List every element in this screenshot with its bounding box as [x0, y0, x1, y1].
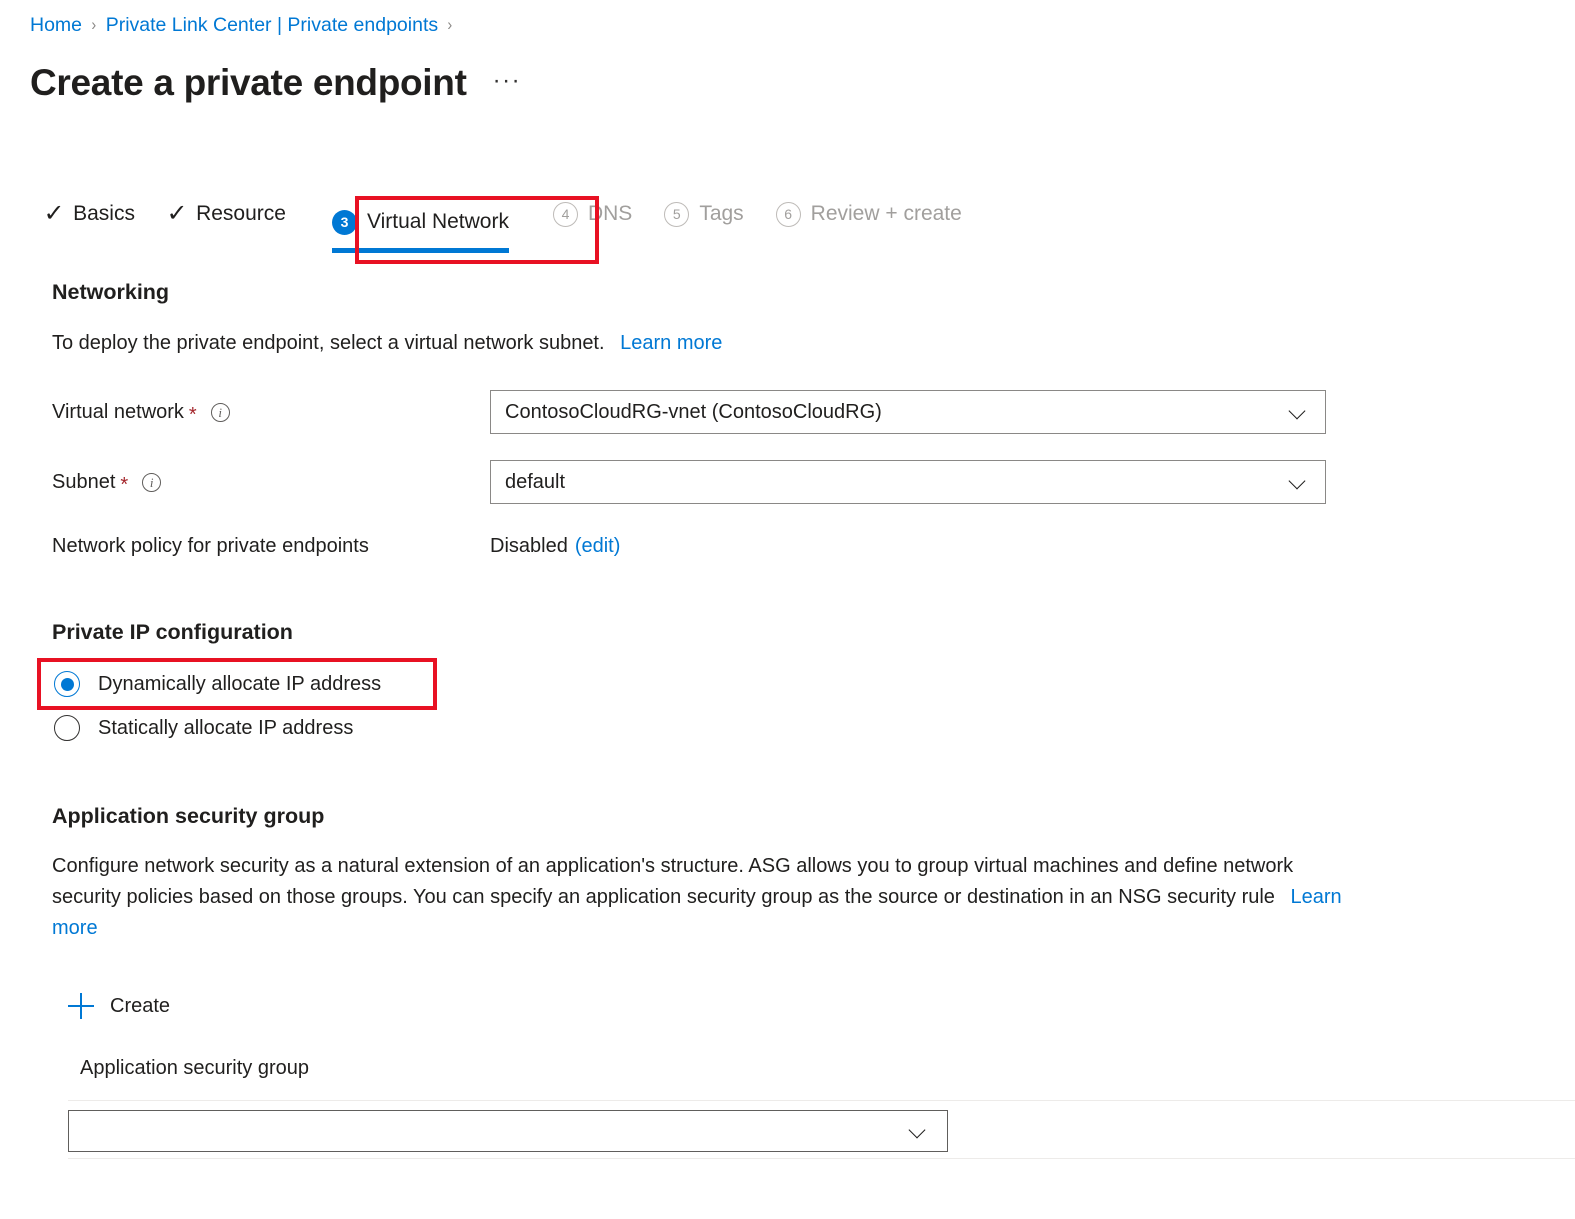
check-icon: ✓ [43, 200, 65, 227]
more-options-icon[interactable]: ··· [493, 69, 521, 93]
info-icon[interactable]: i [210, 402, 230, 422]
asg-field-label: Application security group [80, 1057, 310, 1079]
subnet-label-text: Subnet [52, 470, 116, 493]
tab-resource[interactable]: ✓ Resource [166, 198, 286, 228]
step-number-badge: 6 [775, 201, 801, 227]
chevron-down-icon [909, 1121, 929, 1141]
network-policy-label: Network policy for private endpoints [52, 528, 369, 564]
tab-virtual-network[interactable]: 3 Virtual Network [331, 206, 509, 236]
plus-icon [68, 993, 94, 1019]
asg-description-text: Configure network security as a natural … [52, 855, 1294, 908]
networking-learn-more-link[interactable]: Learn more [620, 332, 722, 354]
tab-review-create[interactable]: 6 Review + create [775, 198, 962, 228]
step-number-badge: 4 [552, 201, 578, 227]
tab-label: Resource [196, 202, 286, 225]
networking-description-text: To deploy the private endpoint, select a… [52, 332, 605, 354]
subnet-row: Subnet * i default [0, 460, 1575, 504]
radio-dynamically-allocate[interactable]: Dynamically allocate IP address [54, 667, 381, 701]
subnet-label: Subnet * i [52, 460, 162, 504]
virtual-network-row: Virtual network * i ContosoCloudRG-vnet … [0, 390, 1575, 434]
chevron-down-icon [1289, 472, 1309, 492]
breadcrumb: Home › Private Link Center | Private end… [30, 12, 462, 38]
private-ip-heading: Private IP configuration [52, 620, 293, 644]
create-asg-button-label: Create [110, 994, 171, 1017]
tab-label: DNS [587, 202, 633, 225]
step-number-badge: 5 [664, 201, 690, 227]
radio-dot [60, 677, 74, 691]
tab-basics[interactable]: ✓ Basics [43, 198, 135, 228]
create-asg-button[interactable]: Create [68, 988, 170, 1024]
chevron-down-icon [1289, 402, 1309, 422]
application-security-group-heading: Application security group [52, 804, 325, 828]
virtual-network-value: ContosoCloudRG-vnet (ContosoCloudRG) [505, 400, 882, 423]
asg-divider-bottom [68, 1158, 1575, 1159]
network-policy-value: Disabled [490, 534, 568, 557]
asg-dropdown[interactable] [68, 1110, 948, 1152]
network-policy-edit-link[interactable]: (edit) [575, 535, 621, 558]
info-icon[interactable]: i [142, 472, 162, 492]
required-asterisk: * [120, 474, 129, 496]
page-title: Create a private endpoint [30, 62, 467, 103]
tab-label: Basics [73, 202, 135, 225]
subnet-value: default [505, 470, 566, 493]
breadcrumb-item-private-link-center[interactable]: Private Link Center | Private endpoints [106, 12, 438, 38]
network-policy-label-text: Network policy for private endpoints [52, 534, 369, 557]
required-asterisk: * [188, 404, 197, 426]
active-tab-underline [331, 248, 509, 253]
tab-label: Tags [699, 202, 744, 225]
networking-heading: Networking [52, 280, 170, 304]
tab-dns[interactable]: 4 DNS [552, 198, 633, 228]
asg-divider-top [68, 1100, 1575, 1101]
networking-description: To deploy the private endpoint, select a… [52, 328, 722, 359]
breadcrumb-separator-icon: › [91, 15, 97, 34]
breadcrumb-item-home[interactable]: Home [30, 12, 82, 38]
radio-statically-allocate[interactable]: Statically allocate IP address [54, 711, 353, 745]
subnet-dropdown[interactable]: default [490, 460, 1326, 504]
check-icon: ✓ [166, 200, 188, 227]
network-policy-row: Network policy for private endpoints Dis… [0, 528, 1575, 564]
radio-label: Dynamically allocate IP address [98, 672, 382, 695]
virtual-network-dropdown[interactable]: ContosoCloudRG-vnet (ContosoCloudRG) [490, 390, 1326, 434]
tab-label: Virtual Network [366, 210, 509, 233]
step-number-badge: 3 [331, 209, 357, 235]
application-security-group-description: Configure network security as a natural … [52, 851, 1342, 944]
wizard-tabs: ✓ Basics ✓ Resource 3 Virtual Network 4 … [43, 198, 994, 260]
tab-label: Review + create [810, 202, 962, 225]
radio-selected-icon [54, 671, 80, 697]
page-title-row: Create a private endpoint ··· [30, 58, 521, 108]
radio-label: Statically allocate IP address [98, 716, 354, 739]
radio-unselected-icon [54, 715, 80, 741]
breadcrumb-separator-icon: › [447, 15, 453, 34]
tab-tags[interactable]: 5 Tags [664, 198, 744, 228]
virtual-network-label-text: Virtual network [52, 400, 184, 423]
network-policy-value-wrap: Disabled (edit) [490, 528, 620, 564]
virtual-network-label: Virtual network * i [52, 390, 230, 434]
tab-virtual-network-wrap: 3 Virtual Network [318, 198, 523, 253]
